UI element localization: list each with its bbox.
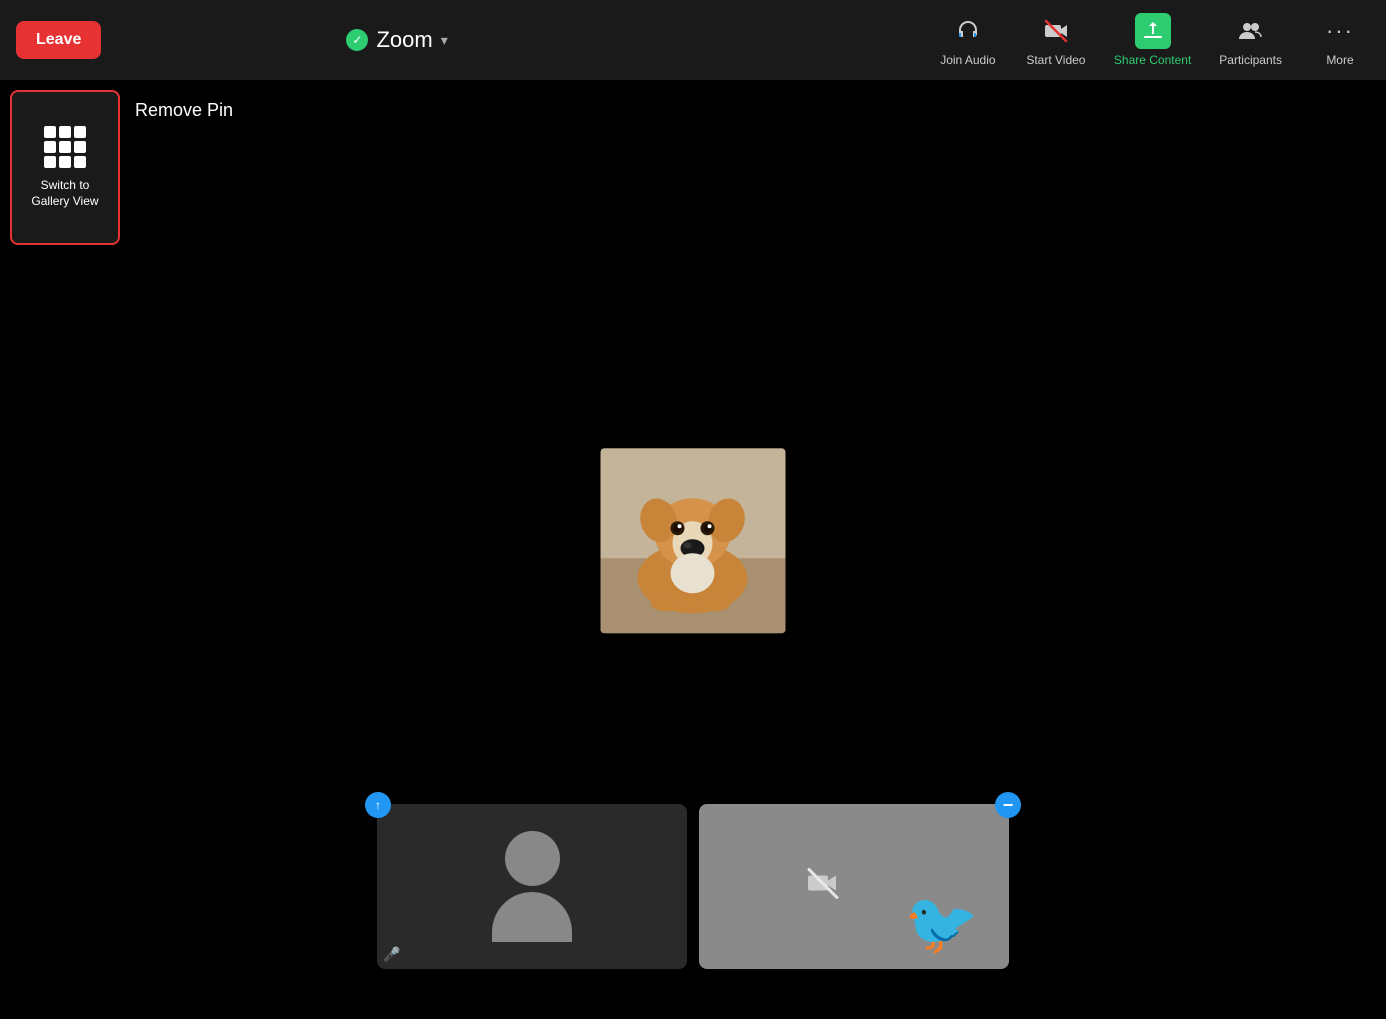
leave-button[interactable]: Leave bbox=[16, 21, 101, 59]
participant-tile-1: ↑ 🎤 bbox=[377, 804, 687, 969]
participants-icon bbox=[1233, 13, 1269, 49]
start-video-button[interactable]: Start Video bbox=[1026, 13, 1086, 67]
bird-figure: 🐦 bbox=[904, 888, 979, 959]
avatar bbox=[492, 831, 572, 942]
participant-2-badge: − bbox=[995, 792, 1021, 818]
more-dots-icon: ··· bbox=[1322, 13, 1358, 49]
chevron-down-icon[interactable]: ▾ bbox=[441, 32, 448, 49]
share-content-button[interactable]: Share Content bbox=[1114, 13, 1191, 67]
participants-label: Participants bbox=[1219, 53, 1282, 67]
start-video-label: Start Video bbox=[1026, 53, 1085, 67]
topbar: Leave ✓ Zoom ▾ Join Audio Star bbox=[0, 0, 1386, 80]
remove-pin-button[interactable]: Remove Pin bbox=[135, 100, 233, 121]
participant-2-video: 🐦 bbox=[699, 804, 1009, 969]
zoom-title-area: ✓ Zoom ▾ bbox=[346, 27, 447, 53]
avatar-head bbox=[505, 831, 560, 886]
join-audio-label: Join Audio bbox=[940, 53, 995, 67]
more-button[interactable]: ··· More bbox=[1310, 13, 1370, 67]
participant-1-badge: ↑ bbox=[365, 792, 391, 818]
switch-gallery-view-button[interactable]: Switch to Gallery View bbox=[10, 90, 120, 245]
zoom-shield-icon: ✓ bbox=[346, 29, 368, 51]
participant-tile-2: − 🐦 bbox=[699, 804, 1009, 969]
avatar-body bbox=[492, 892, 572, 942]
pinned-video bbox=[601, 448, 786, 633]
camera-blocked-icon bbox=[805, 865, 841, 908]
topbar-actions: Join Audio Start Video Share Content bbox=[938, 13, 1370, 67]
main-content: Switch to Gallery View Remove Pin bbox=[0, 80, 1386, 1019]
camera-off-icon bbox=[1038, 13, 1074, 49]
join-audio-button[interactable]: Join Audio bbox=[938, 13, 998, 67]
grid-icon bbox=[44, 126, 86, 168]
dog-image bbox=[601, 448, 786, 633]
zoom-label: Zoom bbox=[376, 27, 432, 53]
more-label: More bbox=[1326, 53, 1353, 67]
share-content-label: Share Content bbox=[1114, 53, 1191, 67]
share-content-icon bbox=[1135, 13, 1171, 49]
mic-icon: 🎤 bbox=[383, 946, 400, 963]
headphone-icon bbox=[950, 13, 986, 49]
participants-strip: ↑ 🎤 − bbox=[377, 804, 1009, 969]
participant-1-video bbox=[377, 804, 687, 969]
gallery-view-label: Switch to Gallery View bbox=[31, 178, 98, 209]
participants-button[interactable]: Participants bbox=[1219, 13, 1282, 67]
